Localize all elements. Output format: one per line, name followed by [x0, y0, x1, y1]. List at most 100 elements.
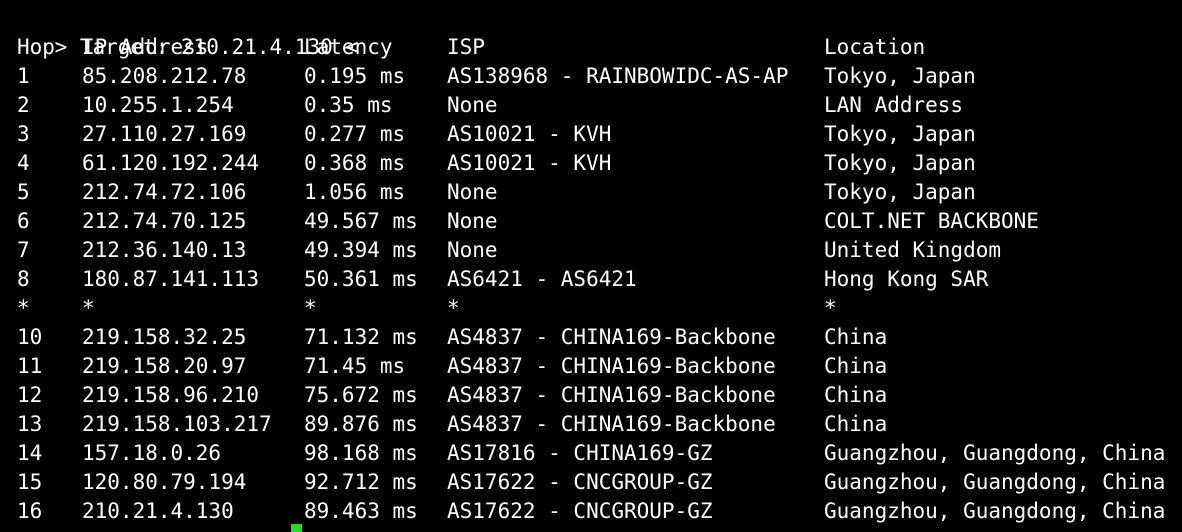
- header-latency: Latency: [304, 35, 393, 59]
- ip-cell: 219.158.96.210: [82, 383, 260, 407]
- ip-cell: 212.74.72.106: [82, 180, 247, 204]
- latency-cell: 89.876 ms: [304, 412, 418, 436]
- location-cell: *: [824, 296, 837, 320]
- hop-cell: 1: [17, 64, 30, 88]
- hop-cell: *: [17, 296, 30, 320]
- location-cell: Hong Kong SAR: [824, 267, 989, 291]
- location-cell: COLT.NET BACKBONE: [824, 209, 1039, 233]
- location-cell: United Kingdom: [824, 238, 1002, 262]
- latency-cell: 49.567 ms: [304, 209, 418, 233]
- latency-cell: 89.463 ms: [304, 499, 418, 523]
- location-cell: Guangzhou, Guangdong, China: [824, 470, 1166, 494]
- isp-cell: AS17816 - CHINA169-GZ: [447, 441, 713, 465]
- table-row: * * * * *: [0, 294, 1182, 323]
- latency-cell: *: [304, 296, 317, 320]
- location-cell: Guangzhou, Guangdong, China: [824, 499, 1166, 523]
- hop-cell: 15: [17, 470, 43, 494]
- table-row: 14 157.18.0.26 98.168 ms AS17816 - CHINA169…: [0, 439, 1182, 468]
- isp-cell: *: [447, 296, 460, 320]
- location-cell: China: [824, 383, 888, 407]
- hop-cell: 7: [17, 238, 30, 262]
- header-location: Location: [824, 35, 926, 59]
- isp-cell: AS17622 - CNCGROUP-GZ: [447, 499, 713, 523]
- hop-cell: 11: [17, 354, 43, 378]
- isp-cell: AS4837 - CHINA169-Backbone: [447, 383, 776, 407]
- isp-cell: AS10021 - KVH: [447, 122, 612, 146]
- table-row: 10 219.158.32.25 71.132 ms AS4837 - CHINA16…: [0, 323, 1182, 352]
- table-row: 1 85.208.212.78 0.195 ms AS138968 - RAINBOW…: [0, 62, 1182, 91]
- table-row: 13 219.158.103.217 89.876 ms AS4837 - CHINA…: [0, 410, 1182, 439]
- latency-cell: 0.195 ms: [304, 64, 406, 88]
- table-row: 8 180.87.141.113 50.361 ms AS6421 - AS6421 H…: [0, 265, 1182, 294]
- location-cell: Tokyo, Japan: [824, 151, 976, 175]
- hop-cell: 4: [17, 151, 30, 175]
- hop-cell: 10: [17, 325, 43, 349]
- location-cell: China: [824, 325, 888, 349]
- latency-cell: 0.35 ms: [304, 93, 393, 117]
- table-row: 3 27.110.27.169 0.277 ms AS10021 - KVH Tokyo…: [0, 120, 1182, 149]
- latency-cell: 1.056 ms: [304, 180, 406, 204]
- target-line: > Target: 210.21.4.130 <: [4, 4, 358, 59]
- hop-cell: 13: [17, 412, 43, 436]
- location-cell: China: [824, 412, 888, 436]
- table-row: 16 210.21.4.130 89.463 ms AS17622 - CNCGROU…: [0, 497, 1182, 526]
- hop-cell: 2: [17, 93, 30, 117]
- isp-cell: None: [447, 180, 498, 204]
- hop-cell: 6: [17, 209, 30, 233]
- header-row: Hop IP Address Latency ISP Location: [0, 33, 1182, 62]
- latency-cell: 50.361 ms: [304, 267, 418, 291]
- table-row: 5 212.74.72.106 1.056 ms None Tokyo, Japan: [0, 178, 1182, 207]
- ip-cell: 210.21.4.130: [82, 499, 234, 523]
- isp-cell: None: [447, 238, 498, 262]
- location-cell: Tokyo, Japan: [824, 122, 976, 146]
- hop-cell: 16: [17, 499, 43, 523]
- location-cell: Guangzhou, Guangdong, China: [824, 441, 1166, 465]
- ip-cell: 61.120.192.244: [82, 151, 260, 175]
- isp-cell: AS138968 - RAINBOWIDC-AS-AP: [447, 64, 789, 88]
- isp-cell: AS10021 - KVH: [447, 151, 612, 175]
- latency-cell: 92.712 ms: [304, 470, 418, 494]
- isp-cell: None: [447, 209, 498, 233]
- latency-cell: 71.45 ms: [304, 354, 406, 378]
- header-hop: Hop: [17, 35, 55, 59]
- terminal-cursor: [291, 524, 302, 532]
- ip-cell: 10.255.1.254: [82, 93, 234, 117]
- ip-cell: 219.158.20.97: [82, 354, 247, 378]
- location-cell: Tokyo, Japan: [824, 180, 976, 204]
- header-isp: ISP: [447, 35, 485, 59]
- table-row: 12 219.158.96.210 75.672 ms AS4837 - CHINA1…: [0, 381, 1182, 410]
- isp-cell: AS4837 - CHINA169-Backbone: [447, 325, 776, 349]
- latency-cell: 49.394 ms: [304, 238, 418, 262]
- ip-cell: 120.80.79.194: [82, 470, 247, 494]
- latency-cell: 0.368 ms: [304, 151, 406, 175]
- location-cell: Tokyo, Japan: [824, 64, 976, 88]
- ip-cell: 180.87.141.113: [82, 267, 260, 291]
- location-cell: LAN Address: [824, 93, 964, 117]
- isp-cell: AS17622 - CNCGROUP-GZ: [447, 470, 713, 494]
- ip-cell: 212.74.70.125: [82, 209, 247, 233]
- isp-cell: None: [447, 93, 498, 117]
- ip-cell: 212.36.140.13: [82, 238, 247, 262]
- latency-cell: 0.277 ms: [304, 122, 406, 146]
- table-row: 7 212.36.140.13 49.394 ms None United Kingdo…: [0, 236, 1182, 265]
- hop-cell: 14: [17, 441, 43, 465]
- isp-cell: AS4837 - CHINA169-Backbone: [447, 354, 776, 378]
- latency-cell: 71.132 ms: [304, 325, 418, 349]
- ip-cell: 27.110.27.169: [82, 122, 247, 146]
- terminal-window: > Target: 210.21.4.130 < Hop IP Address …: [0, 0, 1182, 532]
- header-ip: IP Address: [82, 35, 209, 59]
- latency-cell: 75.672 ms: [304, 383, 418, 407]
- hop-cell: 8: [17, 267, 30, 291]
- table-row: 2 10.255.1.254 0.35 ms None LAN Address: [0, 91, 1182, 120]
- table-row: 6 212.74.70.125 49.567 ms None COLT.NET BACK…: [0, 207, 1182, 236]
- location-cell: China: [824, 354, 888, 378]
- ip-cell: 219.158.103.217: [82, 412, 272, 436]
- table-row: 11 219.158.20.97 71.45 ms AS4837 - CHINA169…: [0, 352, 1182, 381]
- isp-cell: AS4837 - CHINA169-Backbone: [447, 412, 776, 436]
- table-row: 15 120.80.79.194 92.712 ms AS17622 - CNCGRO…: [0, 468, 1182, 497]
- ip-cell: 85.208.212.78: [82, 64, 247, 88]
- hop-cell: 12: [17, 383, 43, 407]
- isp-cell: AS6421 - AS6421: [447, 267, 637, 291]
- latency-cell: 98.168 ms: [304, 441, 418, 465]
- ip-cell: 157.18.0.26: [82, 441, 222, 465]
